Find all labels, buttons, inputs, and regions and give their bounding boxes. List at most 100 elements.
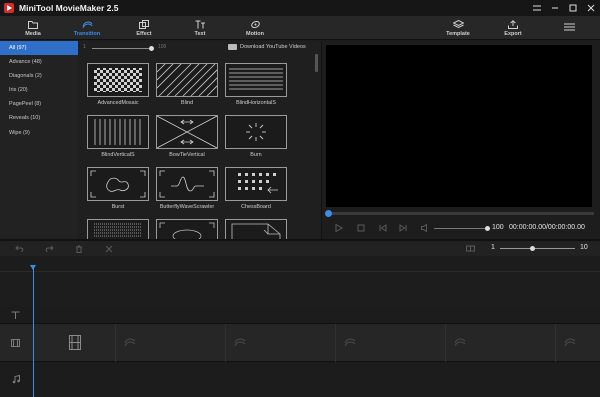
transition-tile-burn[interactable]: Burn [225, 115, 287, 161]
transition-tile-chessboard[interactable]: ChessBoard [225, 167, 287, 213]
transition-slot-icon[interactable] [344, 337, 356, 347]
minimize-button[interactable] [546, 0, 564, 16]
zoom-max-label: 10 [580, 244, 588, 251]
player-controls: 100 00:00:00.00/00:00:00.00 [322, 220, 600, 236]
volume-icon[interactable] [420, 223, 430, 233]
transition-slot-icon[interactable] [454, 337, 466, 347]
music-track[interactable] [0, 362, 600, 397]
category-diagonals[interactable]: Diagonals (2) [0, 69, 78, 83]
category-advance[interactable]: Advance (48) [0, 55, 78, 69]
redo-icon[interactable] [44, 244, 54, 253]
undo-icon[interactable] [14, 244, 24, 253]
seek-bar[interactable] [325, 210, 594, 217]
playhead-handle[interactable] [30, 265, 36, 270]
empty-clip-slot[interactable] [33, 324, 115, 362]
main-toolbar: Media Transition Effect Text Motion Temp… [0, 16, 600, 40]
category-wipe[interactable]: Wipe (9) [0, 126, 78, 140]
stop-icon[interactable] [356, 223, 366, 233]
transition-tile-row4-1[interactable] [87, 219, 149, 239]
motion-button[interactable]: Motion [235, 19, 275, 37]
zoom-min-label: 1 [491, 244, 495, 251]
transition-tile-blind[interactable]: Blind [156, 63, 218, 109]
blindverticals-thumbnail [87, 115, 149, 149]
burst-thumbnail [87, 167, 149, 201]
category-reveals[interactable]: Reveals (10) [0, 111, 78, 125]
maximize-button[interactable] [564, 0, 582, 16]
thumbnail-size-min: 1 [83, 44, 86, 50]
effect-label: Effect [136, 31, 152, 37]
export-button[interactable]: Export [493, 19, 533, 37]
next-frame-icon[interactable] [398, 223, 408, 233]
burn-thumbnail [225, 115, 287, 149]
transition-tile-bowtievertical[interactable]: BowTieVertical [156, 115, 218, 161]
text-button[interactable]: Text [180, 19, 220, 37]
category-all[interactable]: All (97) [0, 41, 78, 56]
previous-frame-icon[interactable] [378, 223, 388, 233]
slider-knob[interactable] [149, 46, 154, 51]
hamburger-menu-icon[interactable] [549, 23, 589, 31]
play-icon[interactable] [334, 223, 344, 233]
export-icon [508, 19, 518, 30]
text-track-icon [0, 306, 31, 323]
transition-category-list: All (97) Advance (48) Diagonals (2) Iris… [0, 41, 78, 239]
transition-tile-butterflywavescrawler[interactable]: ButterflyWaveScrawler [156, 167, 218, 213]
folder-icon [28, 19, 38, 30]
menu-icon[interactable] [528, 0, 546, 16]
split-icon[interactable] [104, 244, 114, 253]
thumbnail-size-slider[interactable] [92, 46, 154, 51]
media-label: Media [25, 31, 41, 37]
category-iris[interactable]: Iris (20) [0, 83, 78, 97]
delete-icon[interactable] [74, 244, 84, 253]
app-title: MiniTool MovieMaker 2.5 [19, 3, 119, 13]
seek-handle[interactable] [325, 210, 332, 217]
download-youtube-link[interactable]: Download YouTube Videos [228, 44, 306, 50]
transition-button[interactable]: Transition [67, 19, 107, 37]
transition-slot-icon[interactable] [564, 337, 576, 347]
transition-tile-advancedmosaic[interactable]: AdvancedMosaic [87, 63, 149, 109]
app-window: MiniTool MovieMaker 2.5 Media Transition… [0, 0, 600, 397]
category-pagepeel[interactable]: PagePeel (8) [0, 97, 78, 111]
advancedmosaic-thumbnail [87, 63, 149, 97]
timeline-playhead[interactable] [33, 266, 34, 397]
timeline-toolbar: 1 10 [0, 241, 600, 256]
video-preview [326, 45, 592, 207]
butterflywavescrawler-thumbnail [156, 167, 218, 201]
timeline-ruler[interactable] [0, 256, 600, 272]
text-track[interactable] [0, 306, 600, 324]
template-label: Template [446, 31, 470, 37]
transition-tile-blindhorizontals[interactable]: BlindHorizontalS [225, 63, 287, 109]
media-button[interactable]: Media [13, 19, 53, 37]
close-button[interactable] [582, 0, 600, 16]
player-panel: 100 00:00:00.00/00:00:00.00 [322, 41, 600, 239]
transition-tile-row4-3[interactable] [225, 219, 287, 239]
gallery-header: 1 100 Download YouTube Videos [78, 41, 321, 55]
media-placeholder-icon [69, 335, 81, 350]
timeline-zoom-slider[interactable] [500, 246, 575, 251]
tile-thumbnail [225, 219, 287, 239]
volume-slider[interactable] [434, 226, 490, 231]
gallery-scrollbar[interactable] [315, 54, 318, 72]
template-button[interactable]: Template [438, 19, 478, 37]
transition-label: Transition [73, 31, 101, 37]
effect-icon [139, 19, 149, 30]
transition-tile-burst[interactable]: Burst [87, 167, 149, 213]
transition-tile-row4-2[interactable] [156, 219, 218, 239]
volume-knob[interactable] [485, 226, 490, 231]
volume-value: 100 [492, 224, 504, 231]
fit-timeline-icon[interactable] [465, 244, 475, 253]
transition-icon [82, 19, 93, 30]
app-logo-icon [4, 3, 14, 13]
zoom-knob[interactable] [529, 246, 535, 251]
transition-slot-icon[interactable] [124, 337, 136, 347]
video-track[interactable] [0, 324, 600, 362]
transition-slot-icon[interactable] [234, 337, 246, 347]
title-bar: MiniTool MovieMaker 2.5 [0, 0, 600, 16]
window-controls [528, 0, 600, 16]
effect-button[interactable]: Effect [124, 19, 164, 37]
tile-name: Blind [181, 100, 193, 106]
transition-tile-blindverticals[interactable]: BlindVerticalS [87, 115, 149, 161]
tile-thumbnail [156, 219, 218, 239]
tile-name: Burn [250, 152, 262, 158]
tile-name: BlindVerticalS [101, 152, 135, 158]
empty-clip-slot[interactable] [555, 324, 600, 362]
